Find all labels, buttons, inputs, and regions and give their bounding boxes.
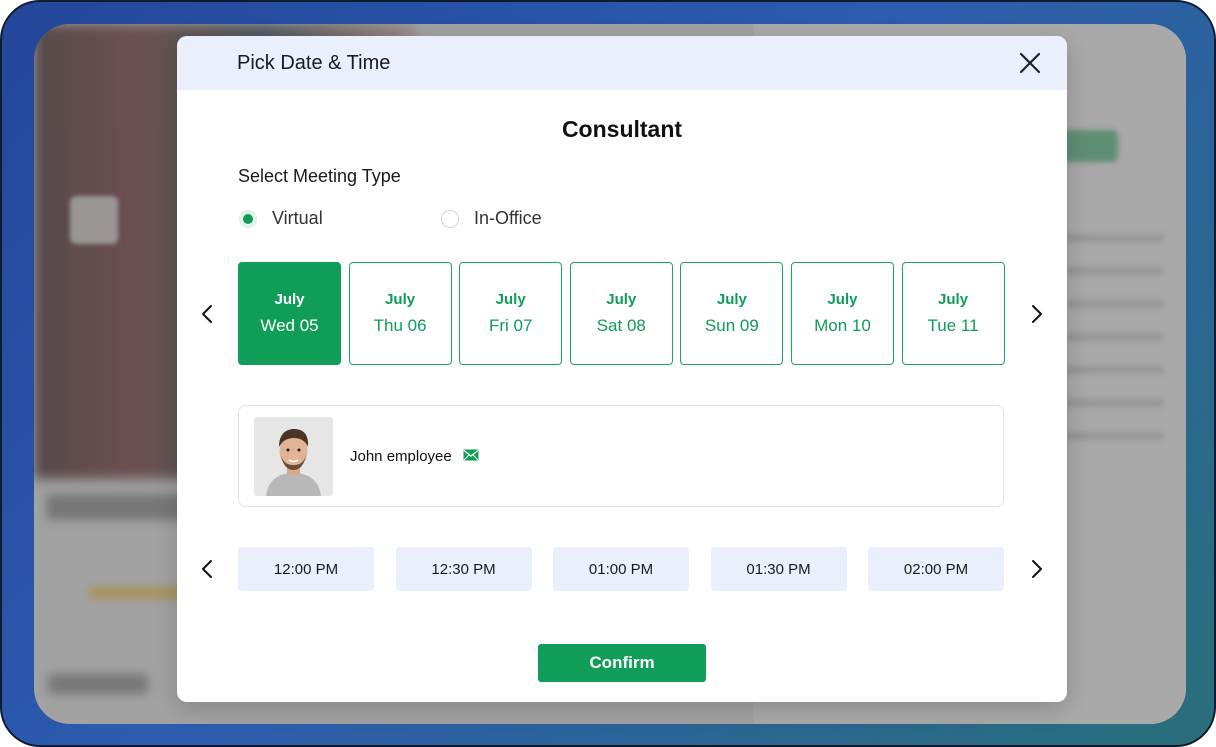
- avatar: [254, 417, 333, 496]
- mail-icon: [463, 449, 479, 461]
- close-icon: [1019, 52, 1041, 74]
- date-month: July: [938, 291, 969, 308]
- date-day: Mon 10: [814, 316, 871, 335]
- dates-next-button[interactable]: [1024, 302, 1048, 326]
- date-card-tue-11[interactable]: July Tue 11: [901, 262, 1005, 365]
- radio-label: In-Office: [474, 208, 542, 228]
- modal-header: Pick Date & Time: [177, 36, 1067, 90]
- pick-date-time-modal: Pick Date & Time Consultant Select Meeti…: [177, 36, 1067, 702]
- date-card-sun-09[interactable]: July Sun 09: [680, 262, 784, 365]
- close-button[interactable]: [1017, 50, 1043, 76]
- date-month: July: [274, 291, 305, 308]
- date-selector: July Wed 05 July Thu 06 July Fri 07 July…: [238, 262, 1005, 365]
- times-next-button[interactable]: [1024, 557, 1048, 581]
- confirm-button[interactable]: Confirm: [538, 644, 706, 682]
- date-month: July: [385, 291, 416, 308]
- radio-virtual[interactable]: Virtual: [239, 208, 323, 229]
- time-slot-list: 12:00 PM 12:30 PM 01:00 PM 01:30 PM 02:0…: [238, 547, 1004, 591]
- date-day: Wed 05: [260, 316, 319, 335]
- employee-card[interactable]: John employee: [238, 405, 1004, 507]
- date-day: Sat 08: [596, 316, 646, 335]
- chevron-right-icon: [1032, 305, 1042, 323]
- times-prev-button[interactable]: [196, 557, 220, 581]
- date-card-thu-06[interactable]: July Thu 06: [348, 262, 452, 365]
- modal-title: Pick Date & Time: [237, 52, 391, 74]
- date-month: July: [495, 291, 526, 308]
- date-card-wed-05[interactable]: July Wed 05: [238, 262, 341, 365]
- consultant-heading: Consultant: [561, 116, 683, 142]
- time-slot[interactable]: 12:00 PM: [238, 547, 374, 591]
- time-slot[interactable]: 01:30 PM: [710, 547, 847, 591]
- employee-name: John employee: [350, 448, 452, 465]
- chevron-left-icon: [202, 560, 212, 578]
- date-card-sat-08[interactable]: July Sat 08: [569, 262, 673, 365]
- chevron-right-icon: [1032, 560, 1042, 578]
- time-slot[interactable]: 01:00 PM: [553, 547, 689, 591]
- date-card-mon-10[interactable]: July Mon 10: [790, 262, 894, 365]
- chevron-left-icon: [202, 305, 212, 323]
- device-frame: Pick Date & Time Consultant Select Meeti…: [0, 0, 1216, 747]
- date-day: Fri 07: [488, 316, 533, 335]
- radio-circle: [441, 209, 459, 228]
- date-month: July: [827, 291, 858, 308]
- date-month: July: [606, 291, 637, 308]
- radio-circle: [239, 209, 257, 228]
- dates-prev-button[interactable]: [196, 302, 220, 326]
- time-slot[interactable]: 12:30 PM: [395, 547, 532, 591]
- radio-in-office[interactable]: In-Office: [441, 208, 542, 229]
- radio-label: Virtual: [272, 208, 323, 228]
- meeting-type-label: Select Meeting Type: [238, 166, 401, 186]
- date-day: Thu 06: [373, 316, 427, 335]
- date-month: July: [716, 291, 747, 308]
- date-day: Sun 09: [704, 316, 759, 335]
- date-card-fri-07[interactable]: July Fri 07: [459, 262, 563, 365]
- time-slot[interactable]: 02:00 PM: [868, 547, 1004, 591]
- date-day: Tue 11: [927, 316, 979, 335]
